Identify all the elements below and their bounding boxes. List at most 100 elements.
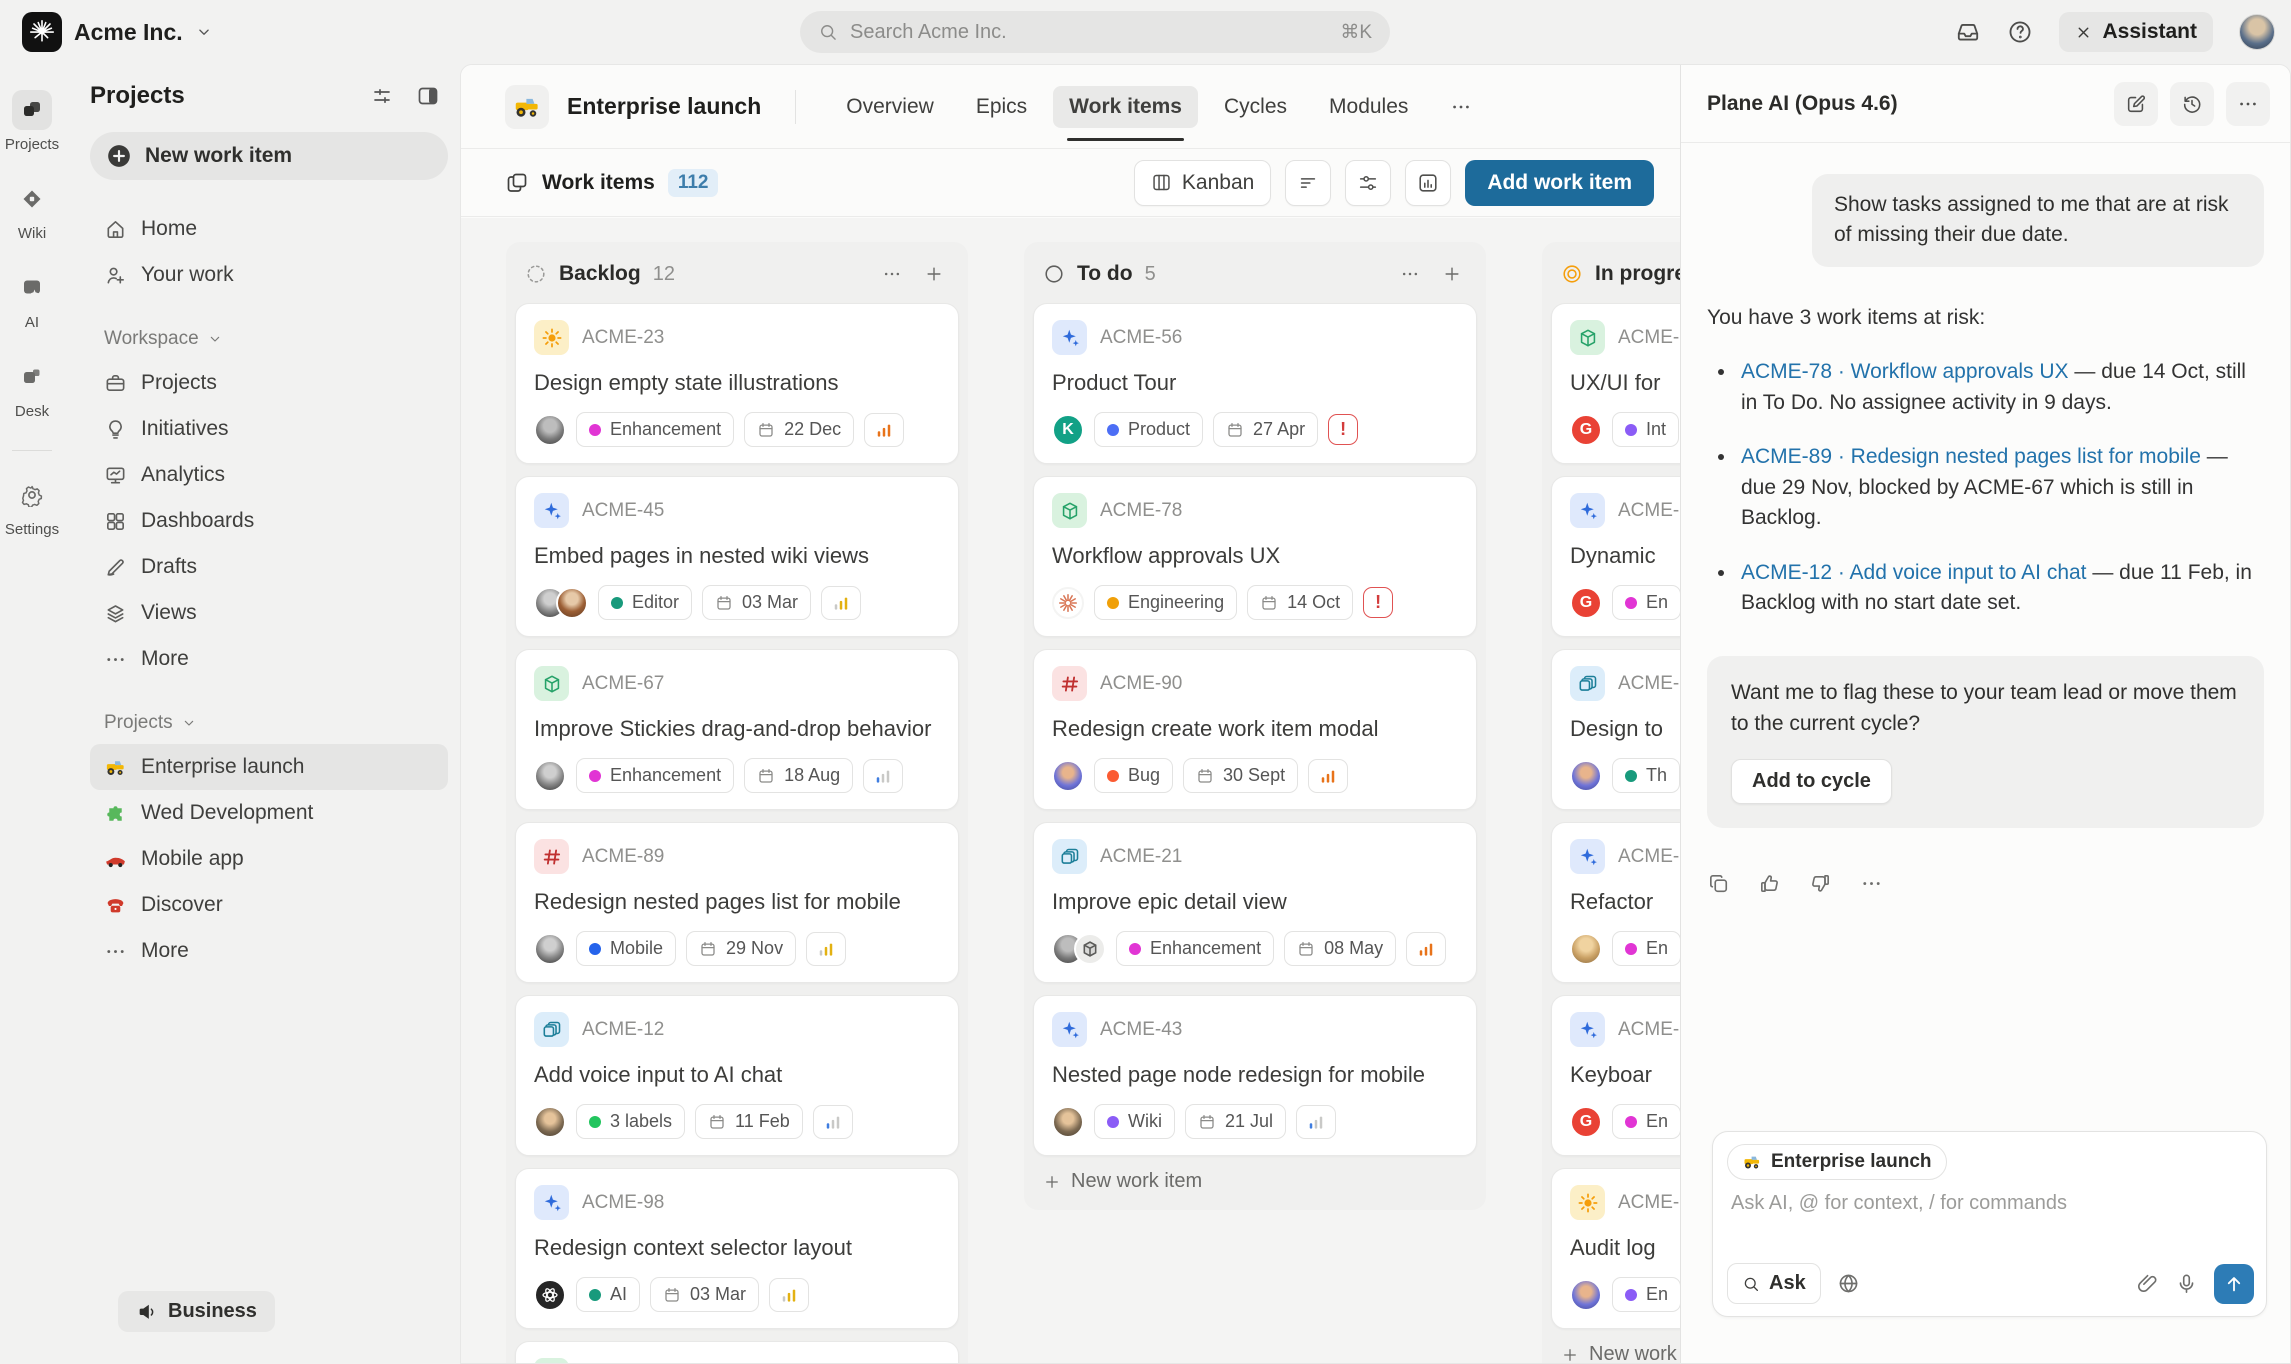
work-item-card[interactable]: ACME-45Embed pages in nested wiki viewsE…	[515, 476, 959, 637]
work-item-card[interactable]: ACME-90Redesign create work item modalBu…	[1033, 649, 1477, 810]
tab-modules[interactable]: Modules	[1313, 86, 1424, 128]
attachment-icon[interactable]	[2136, 1272, 2159, 1295]
context-chip[interactable]: Enterprise launch	[1727, 1144, 1947, 1180]
assistant-more-button[interactable]	[2226, 82, 2270, 126]
assignee-avatar[interactable]	[1570, 1279, 1602, 1311]
due-date-pill[interactable]: 03 Mar	[702, 585, 811, 620]
due-date-pill[interactable]: 30 Sept	[1183, 758, 1298, 793]
analytics-button[interactable]	[1405, 160, 1451, 206]
due-date-pill[interactable]: 21 Jul	[1185, 1104, 1286, 1139]
assignee-avatar[interactable]	[1052, 760, 1084, 792]
priority-bars-badge[interactable]	[863, 759, 903, 793]
priority-bars-badge[interactable]	[864, 413, 904, 447]
copy-icon[interactable]	[1707, 872, 1730, 895]
thumbs-down-icon[interactable]	[1809, 872, 1832, 895]
ask-mode-button[interactable]: Ask	[1727, 1263, 1821, 1304]
priority-bars-badge[interactable]	[821, 586, 861, 620]
label-pill[interactable]: Product	[1094, 412, 1203, 447]
sidebar-item-analytics[interactable]: Analytics	[90, 452, 448, 498]
web-icon[interactable]	[1837, 1272, 1860, 1295]
workspace-switcher[interactable]: Acme Inc.	[22, 12, 213, 52]
work-item-link[interactable]: ACME-12 · Add voice input to AI chat	[1741, 561, 2087, 584]
priority-bars-badge[interactable]	[806, 932, 846, 966]
work-item-link[interactable]: ACME-89 · Redesign nested pages list for…	[1741, 445, 2201, 468]
tab-cycles[interactable]: Cycles	[1208, 86, 1303, 128]
rail-item-settings[interactable]: Settings	[5, 475, 59, 538]
assignee-avatar[interactable]	[1052, 1106, 1084, 1138]
due-date-pill[interactable]: 03 Mar	[650, 1277, 759, 1312]
column-more-button[interactable]	[877, 259, 907, 289]
label-pill[interactable]: 3 labels	[576, 1104, 685, 1139]
assignee-avatar[interactable]	[534, 933, 566, 965]
sidebar-item-home[interactable]: Home	[90, 206, 448, 252]
work-item-card[interactable]: ACME-KeyboarGEn	[1551, 995, 1680, 1156]
work-item-card[interactable]: ACME-43Nested page node redesign for mob…	[1033, 995, 1477, 1156]
urgent-priority-badge[interactable]: !	[1328, 414, 1358, 445]
assignee-avatar[interactable]	[534, 760, 566, 792]
cube-logo-avatar[interactable]	[1074, 933, 1106, 965]
assistant-toggle-button[interactable]: Assistant	[2059, 12, 2213, 52]
label-pill[interactable]: Enhancement	[576, 412, 734, 447]
priority-bars-badge[interactable]	[1406, 932, 1446, 966]
sidebar-item-your-work[interactable]: Your work	[90, 252, 448, 298]
label-pill[interactable]: AI	[576, 1277, 640, 1312]
work-item-card[interactable]: ACME-UX/UI forGInt	[1551, 303, 1680, 464]
label-pill[interactable]: Th	[1612, 758, 1680, 793]
column-new-work-item-button[interactable]: New work item	[1033, 1156, 1477, 1201]
work-item-link[interactable]: ACME-78 · Workflow approvals UX	[1741, 360, 2069, 383]
send-button[interactable]	[2214, 1264, 2254, 1304]
due-date-pill[interactable]: 18 Aug	[744, 758, 853, 793]
rail-item-ai[interactable]: AI	[12, 268, 52, 331]
column-more-button[interactable]	[1395, 259, 1425, 289]
rail-item-desk[interactable]: Desk	[12, 357, 52, 420]
work-item-card[interactable]: ACME-12Add voice input to AI chat3 label…	[515, 995, 959, 1156]
label-pill[interactable]: En	[1612, 585, 1680, 620]
filters-icon[interactable]	[370, 84, 394, 108]
openai-avatar[interactable]	[534, 1279, 566, 1311]
assignee-avatar[interactable]: G	[1570, 414, 1602, 446]
sidebar-project-discover[interactable]: Discover	[90, 882, 448, 928]
work-item-card[interactable]: ACME-78Workflow approvals UXEngineering1…	[1033, 476, 1477, 637]
sidebar-item-drafts[interactable]: Drafts	[90, 544, 448, 590]
add-to-cycle-button[interactable]: Add to cycle	[1731, 759, 1892, 804]
rail-item-wiki[interactable]: Wiki	[12, 179, 52, 242]
thumbs-up-icon[interactable]	[1758, 872, 1781, 895]
label-pill[interactable]: Wiki	[1094, 1104, 1175, 1139]
tab-overview[interactable]: Overview	[830, 86, 950, 128]
history-button[interactable]	[2170, 82, 2214, 126]
priority-bars-badge[interactable]	[1296, 1105, 1336, 1139]
column-new-work-item-button[interactable]: New work item	[1551, 1329, 1680, 1363]
tab-epics[interactable]: Epics	[960, 86, 1043, 128]
view-switcher-button[interactable]: Kanban	[1134, 160, 1271, 206]
label-pill[interactable]: Bug	[1094, 758, 1173, 793]
tab-work-items[interactable]: Work items	[1053, 86, 1198, 128]
label-pill[interactable]: En	[1612, 931, 1680, 966]
assignee-avatar[interactable]: G	[1570, 1106, 1602, 1138]
assignee-avatar[interactable]	[556, 587, 588, 619]
work-item-card[interactable]: ACME-56Product TourKProduct27 Apr!	[1033, 303, 1477, 464]
work-item-card[interactable]: ACME-98Redesign context selector layoutA…	[515, 1168, 959, 1329]
label-pill[interactable]: Enhancement	[576, 758, 734, 793]
display-options-button[interactable]	[1285, 160, 1331, 206]
work-item-card[interactable]: ACME-RefactorEn	[1551, 822, 1680, 983]
projects-section-header[interactable]: Projects	[90, 712, 448, 734]
work-item-card[interactable]: ACME-23Design empty state illustrationsE…	[515, 303, 959, 464]
sidebar-project-more[interactable]: More	[90, 928, 448, 974]
due-date-pill[interactable]: 14 Oct	[1247, 585, 1353, 620]
sidebar-item-views[interactable]: Views	[90, 590, 448, 636]
inbox-icon[interactable]	[1955, 19, 1981, 45]
work-item-card[interactable]: ACME-Design toTh	[1551, 649, 1680, 810]
assignee-avatar[interactable]	[1570, 933, 1602, 965]
sidebar-item-more[interactable]: More	[90, 636, 448, 682]
due-date-pill[interactable]: 08 May	[1284, 931, 1396, 966]
filters-button[interactable]	[1345, 160, 1391, 206]
due-date-pill[interactable]: 27 Apr	[1213, 412, 1318, 447]
label-pill[interactable]: En	[1612, 1104, 1680, 1139]
rail-item-projects[interactable]: Projects	[5, 90, 59, 153]
new-chat-button[interactable]	[2114, 82, 2158, 126]
label-pill[interactable]: Int	[1612, 412, 1679, 447]
new-work-item-button[interactable]: New work item	[90, 132, 448, 180]
sidebar-project-mobile-app[interactable]: Mobile app	[90, 836, 448, 882]
ellipsis-icon[interactable]	[1860, 872, 1883, 895]
label-pill[interactable]: Enhancement	[1116, 931, 1274, 966]
